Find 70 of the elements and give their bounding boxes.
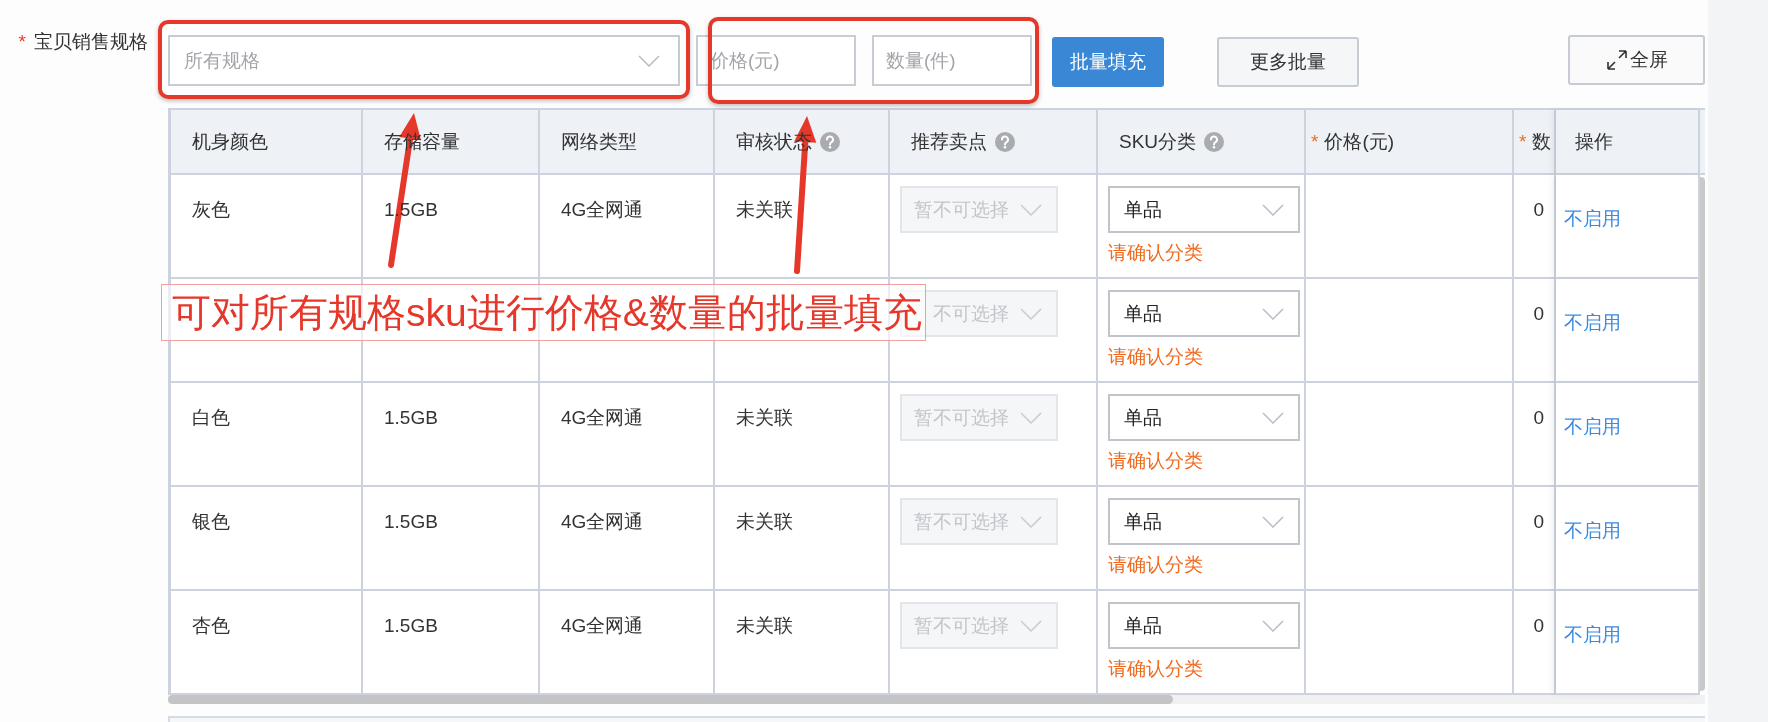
quantity-field[interactable]: 数量(件) (872, 35, 1032, 86)
chevron-down-icon (1020, 619, 1042, 632)
validation-hint: 请确认分类 (1108, 554, 1204, 576)
table-cell: 银色 (171, 487, 363, 591)
required-mark: * (1519, 130, 1527, 153)
spec-dropdown[interactable]: 所有规格 (168, 35, 680, 86)
validation-hint: 请确认分类 (1108, 346, 1204, 368)
form-label: 宝贝销售规格 (34, 31, 148, 53)
table-cell: 白色 (171, 383, 363, 487)
disable-link[interactable]: 不启用 (1564, 208, 1621, 229)
chevron-down-icon (1262, 307, 1284, 320)
chevron-down-icon (638, 54, 660, 67)
sku-category-dropdown[interactable]: 单品 (1108, 290, 1300, 337)
vertical-scrollbar[interactable] (1697, 177, 1705, 691)
sku-category-dropdown[interactable]: 单品 (1108, 602, 1300, 649)
table-cell: 0 (1514, 175, 1556, 279)
chevron-down-icon (1020, 203, 1042, 216)
help-icon[interactable] (820, 131, 840, 152)
table-cell: 杏色 (171, 591, 363, 695)
table-cell: 0 (1514, 279, 1556, 383)
table-cell: 4G全网通 (540, 383, 715, 487)
required-mark: * (18, 31, 26, 53)
sku-category-dropdown[interactable]: 单品 (1108, 186, 1300, 233)
table-cell: 未关联 (715, 487, 890, 591)
chevron-down-icon (1020, 411, 1042, 424)
disable-link[interactable]: 不启用 (1564, 624, 1621, 645)
chevron-down-icon (1020, 515, 1042, 528)
disable-link[interactable]: 不启用 (1564, 520, 1621, 541)
column-header: 推荐卖点 (911, 129, 987, 154)
table-cell: 4G全网通 (540, 591, 715, 695)
chevron-down-icon (1262, 515, 1284, 528)
table-cell: 1.5GB (363, 487, 540, 591)
table-cell: 未关联 (715, 383, 890, 487)
chevron-down-icon (1262, 619, 1284, 632)
price-field[interactable]: 价格(元) (696, 35, 856, 86)
column-header: 机身颜色 (192, 129, 268, 154)
disable-link[interactable]: 不启用 (1564, 312, 1621, 333)
table-cell: 1.5GB (363, 383, 540, 487)
table-cell: 未关联 (715, 591, 890, 695)
column-header: SKU分类 (1119, 129, 1197, 154)
table-cell: 1.5GB (363, 591, 540, 695)
help-icon[interactable] (1204, 131, 1225, 152)
table-cell: 0 (1514, 591, 1556, 695)
disable-link[interactable]: 不启用 (1564, 416, 1621, 437)
validation-hint: 请确认分类 (1108, 242, 1204, 264)
table-cell: 0 (1514, 487, 1556, 591)
table-cell: 4G全网通 (540, 175, 715, 279)
annotation-label: 可对所有规格sku进行价格&数量的批量填充 (161, 284, 926, 341)
column-header: 操作 (1575, 129, 1613, 154)
table-cell: 灰色 (171, 175, 363, 279)
scrollbar-thumb[interactable] (168, 695, 1173, 704)
column-header: 价格(元) (1324, 129, 1395, 154)
fullscreen-button[interactable]: 全屏 (1568, 35, 1705, 85)
chevron-down-icon (1020, 307, 1042, 320)
chevron-down-icon (1262, 203, 1284, 216)
table-cell: 0 (1514, 383, 1556, 487)
sku-category-dropdown[interactable]: 单品 (1108, 498, 1300, 545)
table-cell: 4G全网通 (540, 487, 715, 591)
table-cell: 未关联 (715, 175, 890, 279)
validation-hint: 请确认分类 (1108, 658, 1204, 680)
column-header: 数 (1532, 129, 1552, 154)
sku-category-dropdown[interactable]: 单品 (1108, 394, 1300, 441)
expand-icon (1605, 49, 1628, 71)
validation-hint: 请确认分类 (1108, 450, 1204, 472)
column-header: 网络类型 (561, 129, 637, 154)
chevron-down-icon (1262, 411, 1284, 424)
required-mark: * (1311, 130, 1319, 153)
batch-button[interactable]: 更多批量 (1217, 37, 1359, 87)
help-icon[interactable] (995, 131, 1015, 152)
batch-button[interactable]: 批量填充 (1052, 37, 1164, 87)
